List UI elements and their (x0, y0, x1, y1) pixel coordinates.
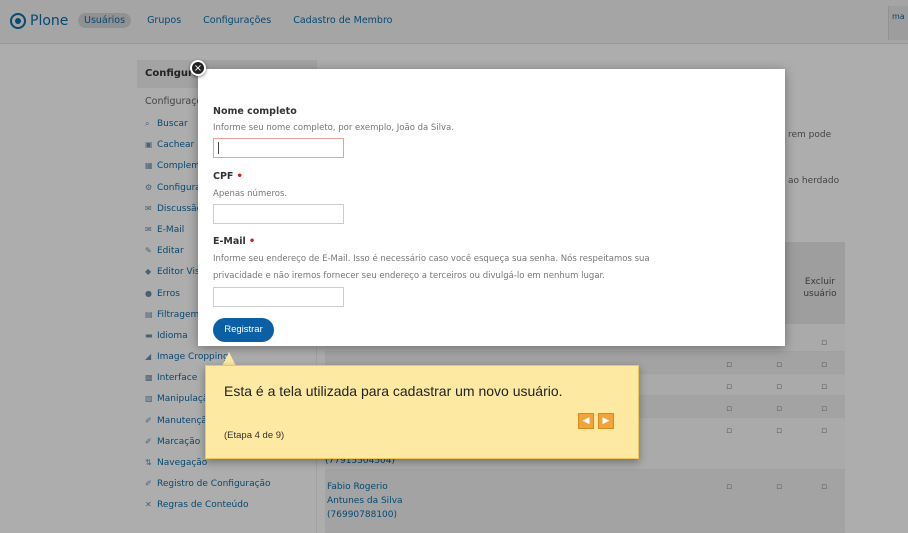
cpf-input[interactable] (213, 204, 344, 224)
email-label: E-Mail • (213, 236, 255, 247)
registrar-button[interactable]: Registrar (213, 318, 274, 342)
tour-next-button[interactable]: ▶ (598, 413, 614, 429)
text-caret (218, 142, 219, 154)
required-marker: • (248, 236, 256, 247)
tour-step-counter: (Etapa 4 de 9) (224, 430, 285, 441)
tour-tooltip: Esta é a tela utilizada para cadastrar u… (205, 365, 639, 459)
email-help: Informe seu endereço de E-Mail. Isso é n… (213, 254, 650, 281)
nome-label: Nome completo (213, 106, 297, 117)
tour-message: Esta é a tela utilizada para cadastrar u… (224, 383, 563, 399)
cpf-label-text: CPF (213, 171, 234, 182)
cpf-label: CPF • (213, 171, 243, 182)
nome-label-text: Nome completo (213, 106, 297, 117)
chevron-left-icon: ◀ (582, 416, 590, 426)
email-label-text: E-Mail (213, 236, 246, 247)
nome-input[interactable] (213, 138, 344, 158)
close-icon[interactable]: × (190, 60, 206, 76)
tooltip-arrow (222, 352, 236, 366)
cpf-help: Apenas números. (213, 189, 288, 199)
tour-prev-button[interactable]: ◀ (578, 413, 594, 429)
nome-help: Informe seu nome completo, por exemplo, … (213, 123, 454, 133)
email-input[interactable] (213, 287, 344, 307)
required-marker: • (236, 171, 243, 182)
chevron-right-icon: ▶ (602, 416, 610, 426)
register-modal: Nome completo Informe seu nome completo,… (198, 69, 785, 346)
